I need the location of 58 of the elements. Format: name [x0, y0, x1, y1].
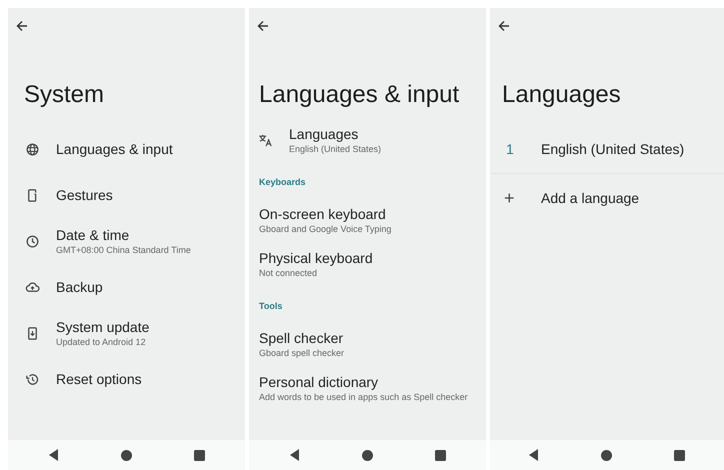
back-icon[interactable]	[48, 449, 58, 461]
settings-item[interactable]: Reset options	[8, 356, 245, 402]
recents-icon[interactable]	[194, 450, 204, 460]
settings-item[interactable]: System update Updated to Android 12	[8, 310, 245, 356]
page-title: System	[24, 80, 106, 110]
back-arrow-icon[interactable]	[16, 20, 28, 32]
item-subtitle: Add words to be used in apps such as Spell checker	[259, 391, 468, 403]
history-icon	[25, 372, 40, 386]
item-subtitle: Updated to Android 12	[56, 336, 147, 348]
item-title: Physical keyboard	[259, 249, 373, 267]
settings-item[interactable]: Gestures	[8, 172, 245, 218]
item-title: Gestures	[56, 186, 113, 204]
item-title: English (United States)	[541, 140, 684, 159]
item-title: System update	[56, 318, 150, 336]
phone-download-icon	[25, 326, 40, 340]
settings-item[interactable]: Spell checker Gboard spell checker	[249, 322, 486, 366]
home-icon[interactable]	[601, 450, 612, 460]
cloud-upload-icon	[25, 280, 40, 294]
item-title: Spell checker	[259, 329, 344, 347]
item-subtitle: Gboard and Google Voice Typing	[259, 223, 392, 235]
section-header: Tools	[259, 300, 284, 312]
recents-icon[interactable]	[674, 450, 685, 460]
settings-item[interactable]: Languages & input	[8, 126, 245, 172]
language-number: 1	[506, 140, 515, 159]
item-title: Add a language	[541, 188, 640, 208]
item-title: Languages & input	[56, 140, 173, 158]
plus-icon: +	[504, 184, 541, 212]
home-icon[interactable]	[362, 450, 372, 460]
back-arrow-icon[interactable]	[498, 20, 510, 32]
back-icon[interactable]	[290, 449, 300, 461]
item-title: Personal dictionary	[259, 373, 380, 391]
page-title: Languages	[502, 80, 622, 110]
back-arrow-icon[interactable]	[257, 20, 269, 32]
item-subtitle: Gboard spell checker	[259, 347, 344, 359]
item-title: Date & time	[56, 226, 130, 244]
item-subtitle: Not connected	[259, 267, 318, 279]
page-title: Languages & input	[259, 80, 460, 110]
item-title: Languages	[289, 125, 360, 143]
home-icon[interactable]	[120, 450, 132, 460]
add-language-item[interactable]: + Add a language	[490, 174, 724, 222]
settings-item[interactable]: Backup	[8, 264, 245, 310]
recents-icon[interactable]	[434, 450, 446, 460]
clock-icon	[25, 234, 40, 248]
settings-item[interactable]: On-screen keyboard Gboard and Google Voice Typing	[249, 198, 486, 242]
item-subtitle: English (United States)	[289, 143, 382, 155]
back-icon[interactable]	[529, 449, 539, 461]
settings-item[interactable]: Date & time GMT+08:00 China Standard Time	[8, 218, 245, 264]
item-title: On-screen keyboard	[259, 205, 387, 223]
settings-item[interactable]: Physical keyboard Not connected	[249, 242, 486, 286]
item-subtitle: GMT+08:00 China Standard Time	[56, 244, 191, 256]
translate-icon	[258, 132, 273, 148]
settings-item[interactable]: Languages English (United States)	[249, 118, 486, 162]
settings-item[interactable]: Personal dictionary Add words to be used in apps such as Spell checker	[249, 366, 486, 410]
language-item[interactable]: 1 English (United States)	[490, 126, 724, 174]
globe-icon	[25, 142, 40, 156]
section-header: Keyboards	[259, 176, 307, 188]
item-title: Backup	[56, 278, 103, 296]
item-title: Reset options	[56, 370, 142, 388]
